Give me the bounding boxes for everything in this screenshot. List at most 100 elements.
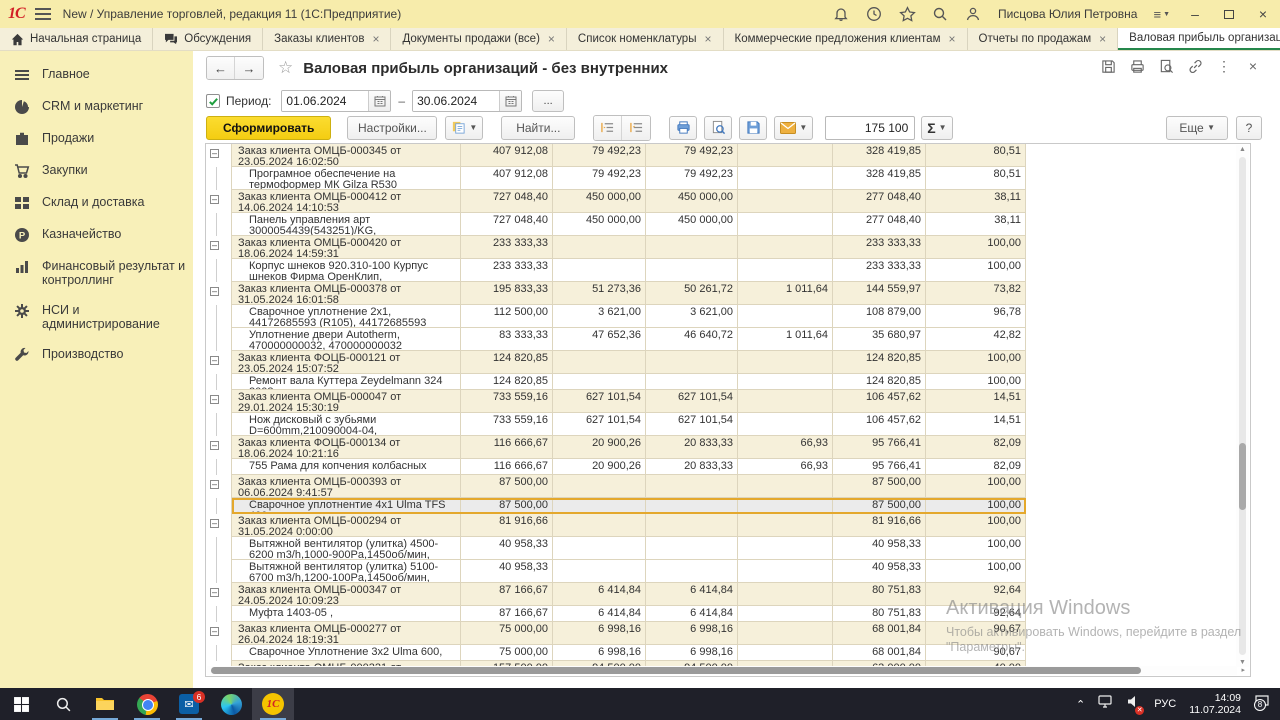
row-description-cell[interactable]: Заказ клиента ОМЦБ-000420 от 18.06.2024 … bbox=[232, 236, 461, 259]
row-description-cell[interactable]: Заказ клиента ОМЦБ-000345 от 23.05.2024 … bbox=[232, 144, 461, 167]
tab-3[interactable]: Заказы клиентов× bbox=[263, 28, 391, 50]
row-value-cell[interactable]: 92,64 bbox=[926, 583, 1026, 606]
horizontal-scroll-thumb[interactable] bbox=[211, 667, 1141, 674]
row-value-cell[interactable]: 124 820,85 bbox=[461, 374, 553, 390]
row-value-cell[interactable]: 277 048,40 bbox=[833, 190, 926, 213]
row-value-cell[interactable]: 116 666,67 bbox=[461, 459, 553, 475]
row-value-cell[interactable]: 116 666,67 bbox=[461, 436, 553, 459]
collapse-group-icon[interactable]: – bbox=[210, 519, 219, 528]
row-value-cell[interactable]: 100,00 bbox=[926, 236, 1026, 259]
table-group-row[interactable]: –Заказ клиента ОМЦБ-000294 от 31.05.2024… bbox=[206, 514, 1026, 537]
collapse-group-icon[interactable]: – bbox=[210, 588, 219, 597]
row-value-cell[interactable]: 6 414,84 bbox=[553, 583, 646, 606]
row-value-cell[interactable]: 95 766,41 bbox=[833, 459, 926, 475]
row-value-cell[interactable]: 407 912,08 bbox=[461, 144, 553, 167]
row-value-cell[interactable]: 87 500,00 bbox=[461, 498, 553, 514]
row-value-cell[interactable]: 627 101,54 bbox=[553, 413, 646, 436]
sidebar-item-4[interactable]: Закупки bbox=[0, 155, 193, 187]
row-value-cell[interactable]: 51 273,36 bbox=[553, 282, 646, 305]
row-value-cell[interactable] bbox=[738, 622, 833, 645]
row-value-cell[interactable] bbox=[738, 475, 833, 498]
table-item-row[interactable]: Панель управления арт 3000054439(543251)… bbox=[206, 213, 1026, 236]
row-value-cell[interactable]: 75 000,00 bbox=[461, 645, 553, 661]
table-item-row[interactable]: Сварочное уплотнентие 4х1 Ulma TFS 400 ,… bbox=[206, 498, 1026, 514]
row-value-cell[interactable]: 90,67 bbox=[926, 622, 1026, 645]
row-value-cell[interactable]: 87 166,67 bbox=[461, 583, 553, 606]
row-value-cell[interactable]: 1 011,64 bbox=[738, 282, 833, 305]
row-value-cell[interactable] bbox=[553, 374, 646, 390]
row-value-cell[interactable]: 80 751,83 bbox=[833, 606, 926, 622]
row-description-cell[interactable]: Заказ клиента ОМЦБ-000047 от 29.01.2024 … bbox=[232, 390, 461, 413]
collapse-group-icon[interactable]: – bbox=[210, 241, 219, 250]
row-value-cell[interactable] bbox=[646, 374, 738, 390]
collapse-group-icon[interactable]: – bbox=[210, 395, 219, 404]
row-value-cell[interactable]: 407 912,08 bbox=[461, 167, 553, 190]
tab-1[interactable]: Начальная страница bbox=[0, 28, 153, 50]
row-value-cell[interactable]: 328 419,85 bbox=[833, 144, 926, 167]
row-value-cell[interactable] bbox=[646, 560, 738, 583]
row-description-cell[interactable]: Сварочное Уплотнение 3х2 Ulma 600, bbox=[232, 645, 461, 661]
row-value-cell[interactable] bbox=[738, 236, 833, 259]
row-value-cell[interactable]: 68 001,84 bbox=[833, 622, 926, 645]
row-value-cell[interactable] bbox=[646, 498, 738, 514]
row-value-cell[interactable] bbox=[738, 390, 833, 413]
row-value-cell[interactable]: 106 457,62 bbox=[833, 390, 926, 413]
row-value-cell[interactable]: 124 820,85 bbox=[461, 351, 553, 374]
vertical-scrollbar[interactable]: ▲ ▼ bbox=[1236, 145, 1249, 667]
row-description-cell[interactable]: Уплотнение двери Autotherm, 470000000032… bbox=[232, 328, 461, 351]
table-item-row[interactable]: Вытяжной вентилятор (улитка) 5100-6700 m… bbox=[206, 560, 1026, 583]
row-value-cell[interactable] bbox=[738, 498, 833, 514]
report-variants-button[interactable]: ▼ bbox=[445, 116, 483, 140]
row-value-cell[interactable]: 81 916,66 bbox=[833, 514, 926, 537]
period-more-button[interactable]: ... bbox=[532, 90, 564, 112]
row-value-cell[interactable]: 87 500,00 bbox=[461, 475, 553, 498]
row-value-cell[interactable]: 42,82 bbox=[926, 328, 1026, 351]
generate-button[interactable]: Сформировать bbox=[206, 116, 331, 140]
forward-button[interactable]: → bbox=[235, 57, 263, 79]
row-value-cell[interactable]: 79 492,23 bbox=[553, 167, 646, 190]
row-value-cell[interactable]: 35 680,97 bbox=[833, 328, 926, 351]
table-item-row[interactable]: Сварочное Уплотнение 3х2 Ulma 600,75 000… bbox=[206, 645, 1026, 661]
print-icon[interactable] bbox=[1128, 57, 1146, 75]
row-value-cell[interactable] bbox=[646, 259, 738, 282]
service-menu-icon[interactable]: ≡▼ bbox=[1153, 7, 1170, 22]
row-value-cell[interactable]: 6 414,84 bbox=[646, 606, 738, 622]
row-value-cell[interactable]: 75 000,00 bbox=[461, 622, 553, 645]
favorites-star-icon[interactable] bbox=[899, 6, 916, 23]
row-value-cell[interactable]: 6 414,84 bbox=[553, 606, 646, 622]
send-email-button[interactable]: ▼ bbox=[774, 116, 813, 140]
table-item-row[interactable]: Муфта 1403-05 ,87 166,676 414,846 414,84… bbox=[206, 606, 1026, 622]
row-value-cell[interactable] bbox=[738, 560, 833, 583]
row-description-cell[interactable]: Панель управления арт 3000054439(543251)… bbox=[232, 213, 461, 236]
sidebar-item-5[interactable]: Склад и доставка bbox=[0, 187, 193, 219]
row-value-cell[interactable]: 38,11 bbox=[926, 190, 1026, 213]
row-value-cell[interactable] bbox=[738, 537, 833, 560]
chrome-icon[interactable] bbox=[126, 688, 168, 720]
row-value-cell[interactable]: 100,00 bbox=[926, 259, 1026, 282]
row-value-cell[interactable]: 80,51 bbox=[926, 144, 1026, 167]
table-group-row[interactable]: –Заказ клиента ФОЦБ-000121 от 23.05.2024… bbox=[206, 351, 1026, 374]
history-clock-icon[interactable] bbox=[866, 6, 883, 23]
expand-groups-icon[interactable] bbox=[594, 116, 622, 140]
table-group-row[interactable]: –Заказ клиента ОМЦБ-000345 от 23.05.2024… bbox=[206, 144, 1026, 167]
save-file-button[interactable] bbox=[739, 116, 767, 140]
tab-6[interactable]: Коммерческие предложения клиентам× bbox=[724, 28, 968, 50]
row-value-cell[interactable]: 144 559,97 bbox=[833, 282, 926, 305]
sidebar-item-1[interactable]: Главное bbox=[0, 59, 193, 91]
row-value-cell[interactable]: 450 000,00 bbox=[553, 190, 646, 213]
row-value-cell[interactable] bbox=[738, 167, 833, 190]
row-value-cell[interactable] bbox=[553, 560, 646, 583]
period-to-input[interactable] bbox=[413, 91, 499, 111]
row-value-cell[interactable]: 233 333,33 bbox=[833, 236, 926, 259]
close-window-button[interactable]: × bbox=[1254, 6, 1272, 22]
row-value-cell[interactable]: 20 833,33 bbox=[646, 436, 738, 459]
collapse-group-icon[interactable]: – bbox=[210, 195, 219, 204]
table-group-row[interactable]: –Заказ клиента ОМЦБ-000347 от 24.05.2024… bbox=[206, 583, 1026, 606]
collapse-groups-icon[interactable] bbox=[622, 116, 650, 140]
row-value-cell[interactable]: 81 916,66 bbox=[461, 514, 553, 537]
preview-icon[interactable] bbox=[1157, 57, 1175, 75]
save-icon[interactable] bbox=[1099, 57, 1117, 75]
row-description-cell[interactable]: 755 Рама для копчения колбасных продукто… bbox=[232, 459, 461, 475]
row-value-cell[interactable]: 100,00 bbox=[926, 475, 1026, 498]
row-value-cell[interactable]: 83 333,33 bbox=[461, 328, 553, 351]
